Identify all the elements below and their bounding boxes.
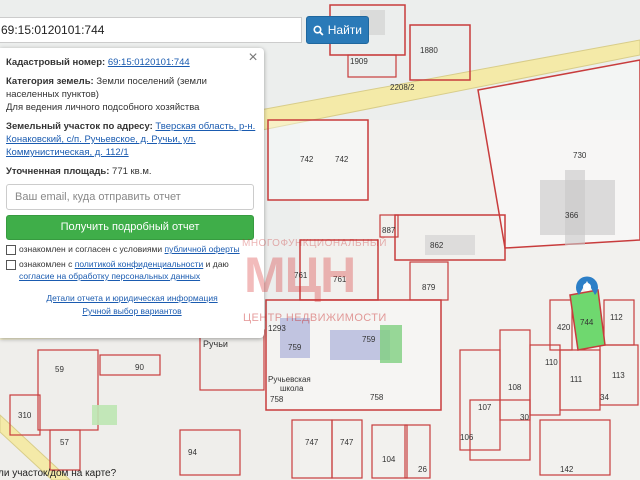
land-category-row: Категория земель: Земли поселений (земли… — [6, 75, 258, 114]
map-label: 747 — [305, 438, 319, 447]
building — [565, 170, 585, 245]
map-label: 113 — [612, 371, 625, 380]
address-row: Земельный участок по адресу: Тверская об… — [6, 120, 258, 159]
area-row: Уточненная площадь: 771 кв.м. — [6, 165, 258, 178]
map-label: 107 — [478, 403, 492, 412]
map-label: 730 — [573, 151, 587, 160]
manual-selection-link[interactable]: Ручной выбор вариантов — [6, 305, 258, 318]
close-icon[interactable]: × — [247, 50, 259, 66]
map-label: 104 — [382, 455, 396, 464]
map-label: 742 — [335, 155, 349, 164]
email-input[interactable] — [6, 184, 254, 210]
area-value: 771 кв.м. — [112, 166, 152, 177]
data-processing-link[interactable]: согласие на обработку персональных данны… — [19, 271, 200, 281]
map-label: 26 — [418, 465, 427, 474]
map-label: 142 — [560, 465, 574, 474]
address-label: Земельный участок по адресу: — [6, 121, 153, 132]
map-label: 742 — [300, 155, 314, 164]
map-label: 94 — [188, 448, 197, 457]
map-label: 112 — [610, 313, 623, 322]
land-category-label: Категория земель: — [6, 76, 94, 87]
map-label: 366 — [565, 211, 579, 220]
sports-field — [380, 325, 402, 363]
watermark-logo: МЦН — [244, 247, 356, 303]
map-label: 887 — [382, 226, 396, 235]
panel-footer-links: Детали отчета и юридическая информация Р… — [6, 292, 258, 318]
map-label: 34 — [600, 393, 609, 402]
map-label: 1909 — [350, 57, 368, 66]
cadastral-number-row: Кадастровый номер: 69:15:0120101:744 — [6, 56, 258, 69]
cadastral-search-input[interactable] — [0, 17, 302, 43]
search-button[interactable]: Найти — [306, 16, 369, 44]
cadastral-number-link[interactable]: 69:15:0120101:744 — [108, 57, 190, 68]
parcel-info-panel: × Кадастровый номер: 69:15:0120101:744 К… — [0, 48, 264, 338]
offer-consent-text: ознакомлен и согласен с условиями публич… — [19, 243, 240, 255]
park — [92, 405, 117, 425]
map-label: 30 — [520, 413, 529, 422]
map-label: 759 — [362, 335, 376, 344]
watermark-bottom-text: ЦЕНТР НЕДВИЖИМОСТИ — [243, 312, 387, 324]
offer-consent: ознакомлен и согласен с условиями публич… — [6, 243, 258, 255]
get-report-button[interactable]: Получить подробный отчет — [6, 215, 254, 240]
map-question-text[interactable]: ли участок/дом на карте? — [0, 468, 116, 479]
map-label: 420 — [557, 323, 571, 332]
map-label: 758 — [270, 395, 284, 404]
offer-consent-label: ознакомлен и согласен с условиями — [19, 244, 163, 254]
map-label: 1293 — [268, 324, 286, 333]
map-label: 59 — [55, 365, 64, 374]
map-label: 758 — [370, 393, 384, 402]
land-category-value: населенных пунктов) — [6, 89, 99, 100]
address-link[interactable]: Коммунистическая, д. 112/1 — [6, 147, 129, 158]
search-icon — [313, 25, 324, 36]
privacy-consent-mid: и даю — [205, 259, 229, 269]
privacy-consent-text: ознакомлен с политикой конфиденциальност… — [19, 258, 229, 282]
privacy-checkbox[interactable] — [6, 260, 16, 270]
map-label: 1880 — [420, 46, 438, 55]
map-label: 759 — [288, 343, 302, 352]
map-label: 108 — [508, 383, 522, 392]
land-category-value: Земли поселений (земли — [96, 76, 207, 87]
map-label: Ручьи — [203, 339, 228, 349]
map-label: 57 — [60, 438, 69, 447]
map-label: 90 — [135, 363, 144, 372]
map-label: школа — [280, 384, 304, 393]
map-label: 111 — [570, 375, 583, 384]
map-label: 2208/2 — [390, 83, 415, 92]
map-label: 862 — [430, 241, 444, 250]
land-use-value: Для ведения личного подсобного хозяйства — [6, 102, 200, 113]
privacy-policy-link[interactable]: политикой конфиденциальности — [75, 259, 204, 269]
map-label: 106 — [460, 433, 474, 442]
offer-checkbox[interactable] — [6, 245, 16, 255]
map-label: 110 — [545, 358, 558, 367]
area-label: Уточненная площадь: — [6, 166, 110, 177]
map-label: 744 — [580, 318, 594, 327]
privacy-consent: ознакомлен с политикой конфиденциальност… — [6, 258, 258, 282]
address-link[interactable]: Конаковский, с/п. Ручьевское, д. Ручьи, … — [6, 134, 196, 145]
address-link[interactable]: Тверская область, р-н. — [155, 121, 255, 132]
map-label: 747 — [340, 438, 354, 447]
privacy-consent-label: ознакомлен с — [19, 259, 73, 269]
public-offer-link[interactable]: публичной оферты — [165, 244, 240, 254]
map-label: 879 — [422, 283, 436, 292]
map-label: 310 — [18, 411, 32, 420]
parcel[interactable] — [267, 119, 369, 201]
map-label: Ручьевская — [268, 375, 311, 384]
cadastral-number-label: Кадастровый номер: — [6, 57, 106, 68]
search-button-label: Найти — [327, 23, 362, 37]
report-details-link[interactable]: Детали отчета и юридическая информация — [6, 292, 258, 305]
